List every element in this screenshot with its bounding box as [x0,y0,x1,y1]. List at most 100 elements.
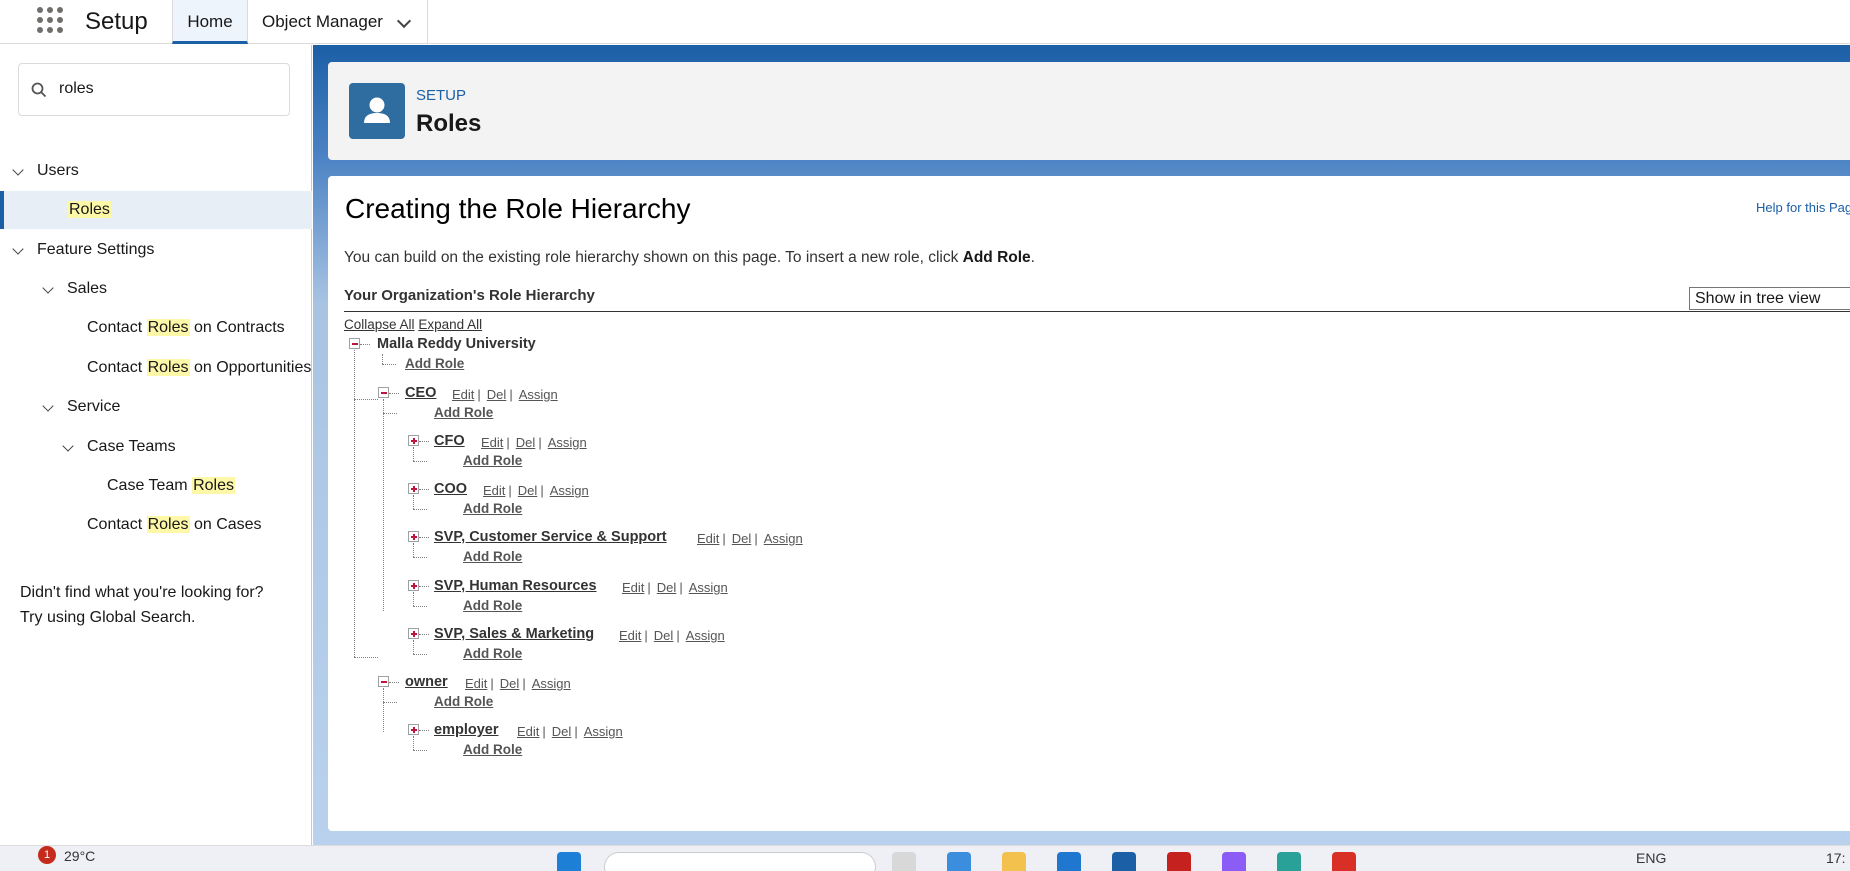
add-role-link[interactable]: Add Role [463,501,522,516]
del-link[interactable]: Del [516,435,536,450]
assign-link[interactable]: Assign [689,580,728,595]
expand-icon[interactable] [408,435,419,446]
assign-link[interactable]: Assign [584,724,623,739]
del-link[interactable]: Del [500,676,520,691]
role-actions: Edit | Del | Assign [483,483,589,498]
clock[interactable]: 17: [1826,850,1845,866]
sidebar-item-sales[interactable]: Sales [0,270,312,308]
expand-all-link[interactable]: Expand All [418,317,482,332]
edit-link[interactable]: Edit [622,580,644,595]
role-employer[interactable]: employer [434,722,498,738]
notification-badge: 1 [38,846,56,864]
expand-icon[interactable] [408,580,419,591]
expand-icon[interactable] [408,483,419,494]
setup-sidebar: roles Users Roles Feature Settings Sales… [0,45,312,845]
role-cfo[interactable]: CFO [434,433,465,449]
del-link[interactable]: Del [732,531,752,546]
intro-text: You can build on the existing role hiera… [344,249,1035,266]
role-coo[interactable]: COO [434,481,467,497]
add-role-link[interactable]: Add Role [463,742,522,757]
role-svp-human-resources[interactable]: SVP, Human Resources [434,578,597,594]
chevron-down-icon[interactable] [396,13,412,29]
chevron-down-icon[interactable] [12,164,24,176]
chevron-down-icon[interactable] [12,243,24,255]
tab-object-manager[interactable]: Object Manager [248,0,428,44]
sidebar-item-users[interactable]: Users [0,152,312,190]
edit-link[interactable]: Edit [452,387,474,402]
edge-icon[interactable] [1057,852,1081,871]
view-select[interactable]: Show in tree view [1689,287,1850,310]
edit-link[interactable]: Edit [481,435,503,450]
taskbar-search[interactable] [604,852,876,871]
assign-link[interactable]: Assign [764,531,803,546]
del-link[interactable]: Del [552,724,572,739]
assign-link[interactable]: Assign [550,483,589,498]
sidebar-item-case-teams[interactable]: Case Teams [0,428,312,466]
edit-link[interactable]: Edit [517,724,539,739]
del-link[interactable]: Del [518,483,538,498]
add-role-link[interactable]: Add Role [463,646,522,661]
sidebar-item-roles[interactable]: Roles [0,191,312,229]
del-link[interactable]: Del [654,628,674,643]
edit-link[interactable]: Edit [697,531,719,546]
language-indicator[interactable]: ENG [1636,850,1666,866]
collapse-icon[interactable] [349,338,360,349]
sidebar-item-feature-settings[interactable]: Feature Settings [0,231,312,269]
quick-find-input[interactable]: roles [18,63,290,116]
edit-link[interactable]: Edit [483,483,505,498]
chevron-down-icon[interactable] [62,440,74,452]
sidebar-item-case-team-roles[interactable]: Case Team Roles [0,467,312,505]
help-link[interactable]: Help for this Page [1756,200,1850,215]
file-explorer-icon[interactable] [1002,852,1026,871]
role-owner[interactable]: owner [405,674,448,690]
sidebar-item-label: Roles [68,201,111,218]
role-actions: Edit | Del | Assign [465,676,571,691]
tab-home[interactable]: Home [172,0,248,44]
os-taskbar: 1 29°C ENG 17: [0,845,1850,871]
chevron-down-icon[interactable] [42,400,54,412]
edit-link[interactable]: Edit [619,628,641,643]
expand-icon[interactable] [408,628,419,639]
assign-link[interactable]: Assign [532,676,571,691]
gmail-icon[interactable] [1167,852,1191,871]
add-role-link[interactable]: Add Role [463,453,522,468]
add-role-link[interactable]: Add Role [405,356,464,371]
windows-start-icon[interactable] [557,852,581,871]
add-role-link[interactable]: Add Role [434,694,493,709]
expand-icon[interactable] [408,531,419,542]
expand-icon[interactable] [408,724,419,735]
add-role-link[interactable]: Add Role [463,598,522,613]
global-search-hint: Try using Global Search. [20,609,196,626]
sidebar-item-label: Case Teams [87,438,176,455]
sidebar-item-contact-roles-opportunities[interactable]: Contact Roles on Opportunities [0,349,312,387]
collapse-expand-links: Collapse All Expand All [344,317,482,332]
role-svp-customer-service[interactable]: SVP, Customer Service & Support [434,529,667,545]
weather-temp[interactable]: 29°C [64,848,95,864]
add-role-link[interactable]: Add Role [463,549,522,564]
store-icon[interactable] [1112,852,1136,871]
header-eyebrow: SETUP [416,87,467,104]
copilot-icon[interactable] [947,852,971,871]
app-launcher-icon[interactable] [36,6,64,34]
app-icon[interactable] [1277,852,1301,871]
sidebar-item-contact-roles-cases[interactable]: Contact Roles on Cases [0,506,312,544]
sidebar-item-contact-roles-contracts[interactable]: Contact Roles on Contracts [0,309,312,347]
role-svp-sales-marketing[interactable]: SVP, Sales & Marketing [434,626,594,642]
del-link[interactable]: Del [657,580,677,595]
collapse-all-link[interactable]: Collapse All [344,317,415,332]
chrome-icon[interactable] [1332,852,1356,871]
sidebar-item-label: Case Team Roles [107,477,235,494]
assign-link[interactable]: Assign [548,435,587,450]
chevron-down-icon[interactable] [42,282,54,294]
task-view-icon[interactable] [892,852,916,871]
app-icon[interactable] [1222,852,1246,871]
collapse-icon[interactable] [378,676,389,687]
add-role-link[interactable]: Add Role [434,405,493,420]
assign-link[interactable]: Assign [686,628,725,643]
sidebar-item-service[interactable]: Service [0,388,312,426]
collapse-icon[interactable] [378,387,389,398]
edit-link[interactable]: Edit [465,676,487,691]
del-link[interactable]: Del [487,387,507,402]
role-ceo[interactable]: CEO [405,385,436,401]
assign-link[interactable]: Assign [519,387,558,402]
